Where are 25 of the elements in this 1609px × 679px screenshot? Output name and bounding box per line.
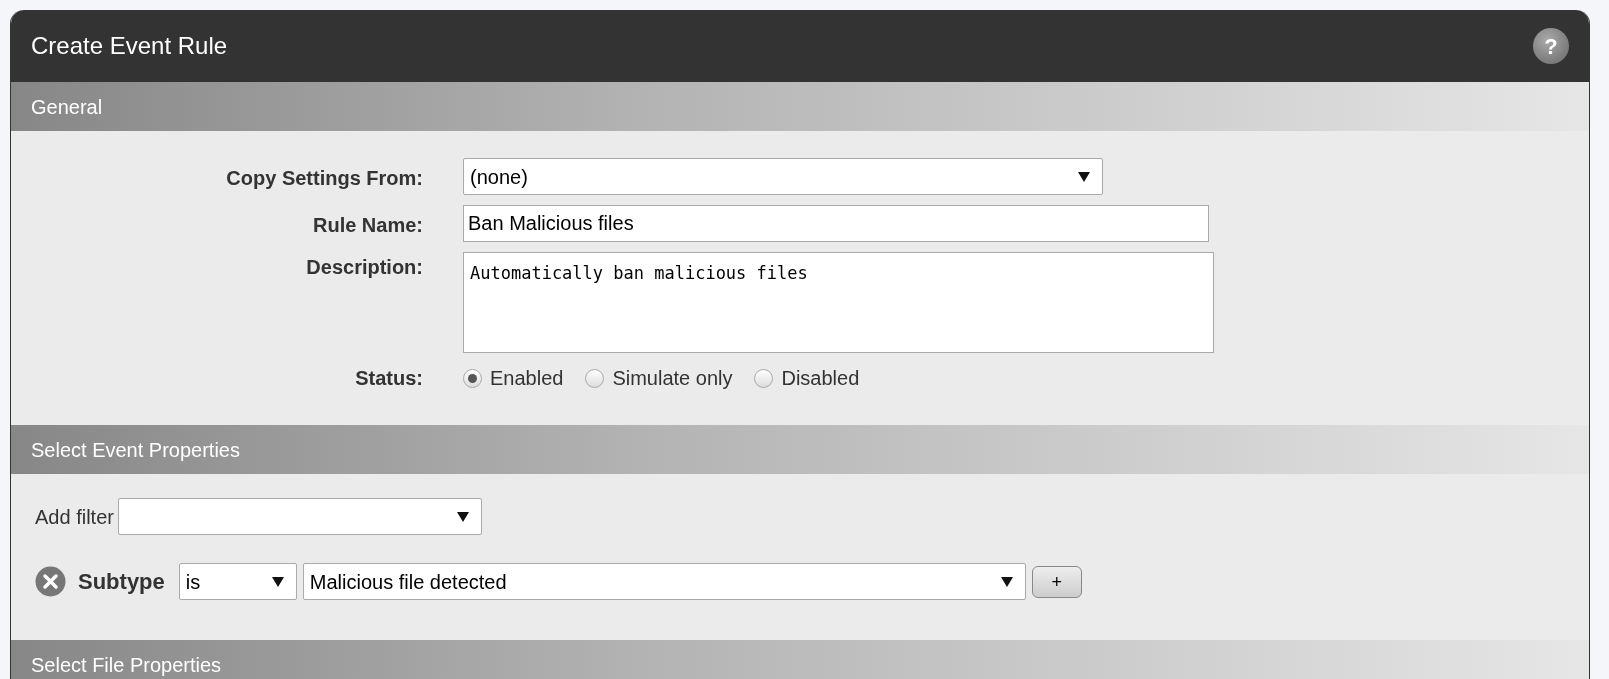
- filter-name: Subtype: [78, 568, 165, 596]
- filter-dropdown[interactable]: [117, 498, 482, 535]
- description-field[interactable]: Automatically ban malicious files: [463, 252, 1214, 353]
- radio-option[interactable]: Enabled: [463, 363, 564, 393]
- operator-dropdown[interactable]: is: [178, 563, 297, 600]
- caret-icon: [1000, 575, 1013, 588]
- dropdown[interactable]: (none): [463, 158, 1103, 195]
- caret-icon: [456, 510, 469, 523]
- caret-icon: [271, 575, 284, 588]
- field-label: Rule Name:: [311, 213, 424, 238]
- field-label: Description:: [305, 255, 424, 280]
- radio-option[interactable]: Disabled: [754, 363, 860, 393]
- filter-label: Add filter: [35, 504, 114, 530]
- add-button[interactable]: +: [1031, 565, 1082, 598]
- caret-icon: [1078, 170, 1090, 183]
- window-title: Create Event Rule: [31, 31, 228, 61]
- radio-option[interactable]: Simulate only: [585, 363, 733, 393]
- section-header: General: [11, 82, 1589, 131]
- field-label: Status:: [354, 366, 424, 391]
- section-header: Select Event Properties: [11, 425, 1589, 474]
- remove-icon[interactable]: [35, 566, 66, 597]
- field-label: Copy Settings From:: [225, 166, 424, 191]
- section-header: Select File Properties: [11, 640, 1589, 679]
- text-field[interactable]: Ban Malicious files: [463, 205, 1209, 242]
- value-dropdown[interactable]: Malicious file detected: [302, 563, 1026, 600]
